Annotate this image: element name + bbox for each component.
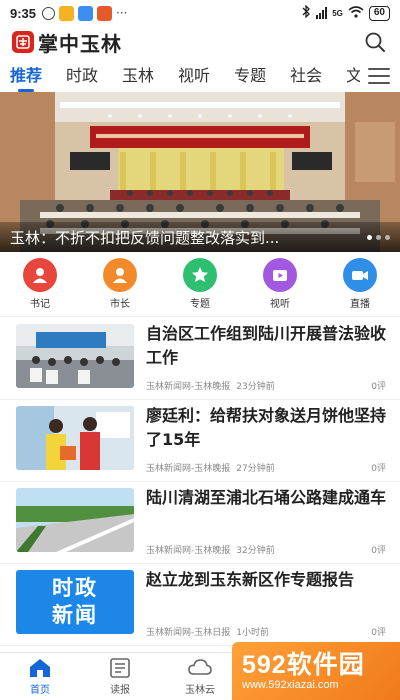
thumbnail-text: 新闻 xyxy=(52,603,98,627)
news-time: 32分钟前 xyxy=(236,546,275,556)
news-comment-count: 0评 xyxy=(371,382,386,392)
status-bar: 9:35 ··· 5G 60 xyxy=(0,0,400,26)
quick-nav: 书记 市长 专题 视听 直播 xyxy=(0,258,400,314)
quick-nav-mayor[interactable]: 市长 xyxy=(90,258,150,314)
carousel-dot xyxy=(385,235,390,240)
alarm-icon xyxy=(42,6,56,20)
app-title: 掌中玉林 xyxy=(38,31,122,56)
news-comment-count: 0评 xyxy=(371,546,386,556)
news-meta: 玉林新闻网-玉林晚报 27分钟前 0评 xyxy=(146,461,386,474)
news-thumbnail xyxy=(16,488,134,552)
newspaper-icon xyxy=(110,658,130,678)
quick-nav-label: 书记 xyxy=(30,299,50,310)
signal-icon xyxy=(316,7,328,19)
app-header: 掌中玉林 xyxy=(0,26,400,58)
message-icon xyxy=(59,5,75,21)
news-comment-count: 0评 xyxy=(371,464,386,474)
news-source: 玉林新闻网-玉林晚报 xyxy=(146,546,231,556)
person-icon xyxy=(103,258,137,292)
nav-yulin-cloud[interactable]: 玉林云 xyxy=(160,653,240,700)
tab-audiovisual[interactable]: 视听 xyxy=(178,62,210,92)
battery-indicator: 60 xyxy=(368,5,390,21)
tab-politics[interactable]: 时政 xyxy=(66,62,98,92)
nav-home[interactable]: 首页 xyxy=(0,653,80,700)
status-time: 9:35 xyxy=(10,5,37,21)
cloud-icon xyxy=(188,659,212,675)
news-source: 玉林新闻网-玉林晚报 xyxy=(146,464,231,474)
quick-nav-label: 视听 xyxy=(270,299,290,310)
thumbnail-text: 时政 xyxy=(52,576,98,600)
nav-label: 首页 xyxy=(30,685,50,696)
news-time: 23分钟前 xyxy=(236,382,275,392)
quick-nav-label: 市长 xyxy=(110,299,130,310)
news-item[interactable]: 廖廷利：给帮扶对象送月饼他坚持了15年 玉林新闻网-玉林晚报 27分钟前 0评 xyxy=(0,400,400,482)
news-title: 廖廷利：给帮扶对象送月饼他坚持了15年 xyxy=(146,406,387,449)
news-source: 玉林新闻网-玉林日报 xyxy=(146,628,231,638)
more-dots-icon: ··· xyxy=(116,6,128,20)
quick-nav-audiovisual[interactable]: 视听 xyxy=(250,258,310,314)
news-item[interactable]: 时政 新闻 赵立龙到玉东新区作专题报告 玉林新闻网-玉林日报 1小时前 0评 xyxy=(0,564,400,646)
tab-society[interactable]: 社会 xyxy=(290,62,322,92)
news-meta: 玉林新闻网-玉林晚报 23分钟前 0评 xyxy=(146,379,386,392)
search-button[interactable] xyxy=(362,29,388,55)
quick-nav-special[interactable]: 专题 xyxy=(170,258,230,314)
tab-yulin[interactable]: 玉林 xyxy=(122,62,154,92)
news-title: 陆川清湖至浦北石埇公路建成通车 xyxy=(146,488,387,507)
wifi-icon xyxy=(348,5,364,21)
news-item[interactable]: 陆川清湖至浦北石埇公路建成通车 玉林新闻网-玉林晚报 32分钟前 0评 xyxy=(0,482,400,564)
site-watermark: 592软件园 www.592xiazai.com xyxy=(232,642,400,700)
news-comment-count: 0评 xyxy=(371,628,386,638)
watermark-url: www.592xiazai.com xyxy=(242,679,339,691)
carousel-dot xyxy=(367,235,372,240)
news-thumbnail: 时政 新闻 xyxy=(16,570,134,634)
quick-nav-label: 专题 xyxy=(190,299,210,310)
camera-icon xyxy=(343,258,377,292)
carousel-indicator xyxy=(367,235,390,240)
chat-icon xyxy=(78,5,94,21)
quick-nav-secretary[interactable]: 书记 xyxy=(10,258,70,314)
news-thumbnail xyxy=(16,324,134,388)
news-time: 27分钟前 xyxy=(236,464,275,474)
watermark-title: 592软件园 xyxy=(242,651,365,679)
nav-label: 玉林云 xyxy=(185,685,215,696)
banner-caption: 玉林：不折不扣把反馈问题整改落实到... xyxy=(0,222,400,252)
menu-icon[interactable] xyxy=(368,68,390,84)
nav-newspaper[interactable]: 读报 xyxy=(80,653,160,700)
news-meta: 玉林新闻网-玉林晚报 32分钟前 0评 xyxy=(146,543,386,556)
headline-banner[interactable]: 玉林：不折不扣把反馈问题整改落实到... xyxy=(0,92,400,252)
star-icon xyxy=(183,258,217,292)
news-source: 玉林新闻网-玉林晚报 xyxy=(146,382,231,392)
tab-special[interactable]: 专题 xyxy=(234,62,266,92)
news-title: 自治区工作组到陆川开展普法验收工作 xyxy=(146,324,387,367)
nav-label: 读报 xyxy=(110,685,130,696)
bluetooth-icon xyxy=(302,4,311,21)
video-icon xyxy=(263,258,297,292)
news-thumbnail xyxy=(16,406,134,470)
news-title: 赵立龙到玉东新区作专题报告 xyxy=(146,570,355,589)
news-meta: 玉林新闻网-玉林日报 1小时前 0评 xyxy=(146,625,386,638)
quick-nav-label: 直播 xyxy=(350,299,370,310)
home-icon xyxy=(30,659,50,677)
person-icon xyxy=(23,258,57,292)
category-tabs: 推荐 时政 玉林 视听 专题 社会 文 xyxy=(0,60,400,92)
search-icon xyxy=(365,32,385,52)
news-item[interactable]: 自治区工作组到陆川开展普法验收工作 玉林新闻网-玉林晚报 23分钟前 0评 xyxy=(0,318,400,400)
tab-culture[interactable]: 文 xyxy=(346,62,360,92)
carousel-dot xyxy=(376,235,381,240)
app-logo-icon xyxy=(12,31,34,53)
tab-recommend[interactable]: 推荐 xyxy=(10,62,42,92)
quick-nav-live[interactable]: 直播 xyxy=(330,258,390,314)
notification-icons: ··· xyxy=(42,5,128,21)
news-list: 自治区工作组到陆川开展普法验收工作 玉林新闻网-玉林晚报 23分钟前 0评 廖廷… xyxy=(0,318,400,646)
network-type-text: 5G xyxy=(332,8,343,18)
news-time: 1小时前 xyxy=(236,628,269,638)
section-divider xyxy=(0,316,400,317)
app-icon xyxy=(97,5,113,21)
